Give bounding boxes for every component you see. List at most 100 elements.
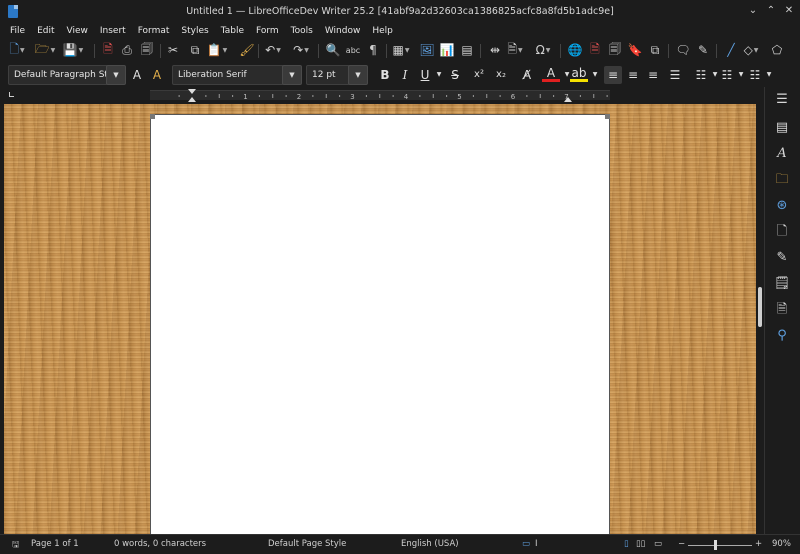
menu-format[interactable]: Format (132, 24, 176, 38)
zoom-out-icon[interactable]: − (678, 539, 685, 549)
zoom-level[interactable]: 90% (772, 539, 791, 549)
properties-icon[interactable]: ▤ (770, 117, 794, 139)
menu-insert[interactable]: Insert (94, 24, 132, 38)
find-icon[interactable]: ⚲ (770, 325, 794, 347)
menu-table[interactable]: Table (215, 24, 250, 38)
style-inspector-icon[interactable]: ✎ (770, 247, 794, 269)
zoom-slider-handle[interactable] (714, 540, 717, 550)
open-folder-icon[interactable]: 🗁 ▼ (35, 41, 56, 59)
new-document-icon[interactable]: 🗋 ▼ (8, 41, 26, 59)
redo-icon[interactable]: ↷ ▼ (292, 41, 310, 59)
undo-icon[interactable]: ↶ ▼ (264, 41, 282, 59)
align-left-icon[interactable]: ≡ (604, 66, 622, 84)
paragraph-style-combo[interactable]: Default Paragraph Styl (8, 65, 108, 85)
bookmark-icon[interactable]: 🔖 (626, 41, 644, 59)
navigator-icon[interactable]: ⊛ (770, 195, 794, 217)
copy-icon[interactable]: ⧉ (186, 41, 204, 59)
find-replace-icon[interactable]: 🔍 (324, 41, 342, 59)
save-icon[interactable]: 💾 ▼ (63, 41, 84, 59)
font-size-combo[interactable]: 12 pt (306, 65, 350, 85)
insert-mode-icon[interactable]: Ⅰ (535, 539, 538, 549)
clone-formatting-icon[interactable]: 🖌 (238, 41, 256, 59)
vertical-scrollbar[interactable] (756, 87, 764, 534)
align-center-icon[interactable]: ≡ (624, 66, 642, 84)
ruler-tick (553, 95, 555, 97)
insert-field-icon[interactable]: 🗎 ▼ (506, 41, 524, 59)
font-size-dropdown-icon[interactable]: ▼ (348, 65, 368, 85)
hyperlink-icon[interactable]: 🌐 (566, 41, 584, 59)
subscript-icon[interactable]: x₂ (492, 66, 510, 84)
styles-icon[interactable]: A (770, 143, 794, 165)
update-style-icon[interactable]: A (128, 66, 146, 84)
vertical-scrollbar-thumb[interactable] (758, 287, 762, 327)
tab-stop-type-icon[interactable] (9, 92, 14, 97)
footnote-icon[interactable]: 🗎 (586, 41, 604, 59)
ruler-left-indent-icon[interactable] (188, 97, 196, 102)
insert-text-box-icon[interactable]: ▤ (458, 41, 476, 59)
close-icon[interactable]: ✕ (782, 4, 796, 18)
language-status[interactable]: English (USA) (401, 539, 459, 549)
minimize-icon[interactable]: ⌄ (746, 4, 760, 18)
selection-mode-icon[interactable]: ▭ (522, 539, 530, 549)
zoom-slider[interactable] (688, 545, 752, 546)
font-name-combo[interactable]: Liberation Serif (172, 65, 284, 85)
align-right-icon[interactable]: ≡ (644, 66, 662, 84)
formatting-marks-icon[interactable]: ¶ (364, 41, 382, 59)
font-name-dropdown-icon[interactable]: ▼ (282, 65, 302, 85)
menu-tools[interactable]: Tools (285, 24, 319, 38)
ruler-right-indent-icon[interactable] (564, 97, 572, 102)
page-count[interactable]: Page 1 of 1 (31, 539, 79, 549)
clear-formatting-icon[interactable]: A̸ (518, 66, 536, 84)
single-page-view-icon[interactable]: ▯ (624, 539, 629, 549)
menu-styles[interactable]: Styles (175, 24, 214, 38)
menu-form[interactable]: Form (250, 24, 285, 38)
word-count[interactable]: 0 words, 0 characters (114, 539, 206, 549)
insert-image-icon[interactable]: 🖼 (418, 41, 436, 59)
book-view-icon[interactable]: ▭ (654, 539, 662, 549)
sidebar-menu-icon[interactable]: ☰ (770, 89, 794, 111)
insert-chart-icon[interactable]: 📊 (438, 41, 456, 59)
manage-changes-icon[interactable]: 🗒 (770, 273, 794, 295)
horizontal-ruler[interactable]: 1234567 (150, 89, 610, 102)
design-icon[interactable]: 🗎 (770, 299, 794, 321)
superscript-icon[interactable]: x² (470, 66, 488, 84)
print-icon[interactable]: ⎙ (118, 41, 136, 59)
export-pdf-icon[interactable]: 🗎 (99, 41, 117, 59)
page-style-status[interactable]: Default Page Style (268, 539, 346, 549)
menu-view[interactable]: View (61, 24, 94, 38)
document-page[interactable] (150, 114, 610, 534)
cross-reference-icon[interactable]: ⧉ (646, 41, 664, 59)
menu-edit[interactable]: Edit (31, 24, 60, 38)
justify-icon[interactable]: ☰ (666, 66, 684, 84)
insert-line-icon[interactable]: ╱ (722, 41, 740, 59)
basic-shapes-icon[interactable]: ◇ ▼ (742, 41, 760, 59)
page-break-icon[interactable]: ⇹ (486, 41, 504, 59)
special-character-icon[interactable]: Ω ▼ (534, 41, 552, 59)
bold-icon[interactable]: B (376, 66, 394, 84)
spelling-icon[interactable]: abc (344, 41, 362, 59)
paste-icon[interactable]: 📋 ▼ (207, 41, 228, 59)
multi-page-view-icon[interactable]: ▯▯ (636, 539, 645, 549)
cut-icon[interactable]: ✂ (164, 41, 182, 59)
comment-icon[interactable]: 🗨 (674, 41, 692, 59)
ruler-first-line-indent-icon[interactable] (188, 89, 196, 94)
italic-icon[interactable]: I (396, 66, 414, 84)
maximize-icon[interactable]: ⌃ (764, 4, 778, 18)
insert-table-icon[interactable]: ▦ ▼ (392, 41, 410, 59)
new-style-icon[interactable]: A (148, 66, 166, 84)
zoom-in-icon[interactable]: + (755, 539, 762, 549)
highlight-dropdown-icon[interactable]: ▼ (586, 66, 604, 84)
page-icon[interactable]: 🗋 (770, 221, 794, 243)
strikethrough-icon[interactable]: S (446, 66, 464, 84)
menu-window[interactable]: Window (319, 24, 367, 38)
endnote-icon[interactable]: 🗐 (606, 41, 624, 59)
print-preview-icon[interactable]: 🗐 (138, 41, 156, 59)
document-workspace[interactable] (4, 104, 756, 534)
paragraph-style-dropdown-icon[interactable]: ▼ (106, 65, 126, 85)
draw-functions-icon[interactable]: ⬠ (768, 41, 786, 59)
menu-file[interactable]: File (4, 24, 31, 38)
menu-help[interactable]: Help (366, 24, 399, 38)
outline-dropdown-icon[interactable]: ▼ (760, 66, 778, 84)
gallery-icon[interactable]: 🗀 (770, 169, 794, 191)
track-changes-icon[interactable]: ✎ (694, 41, 712, 59)
